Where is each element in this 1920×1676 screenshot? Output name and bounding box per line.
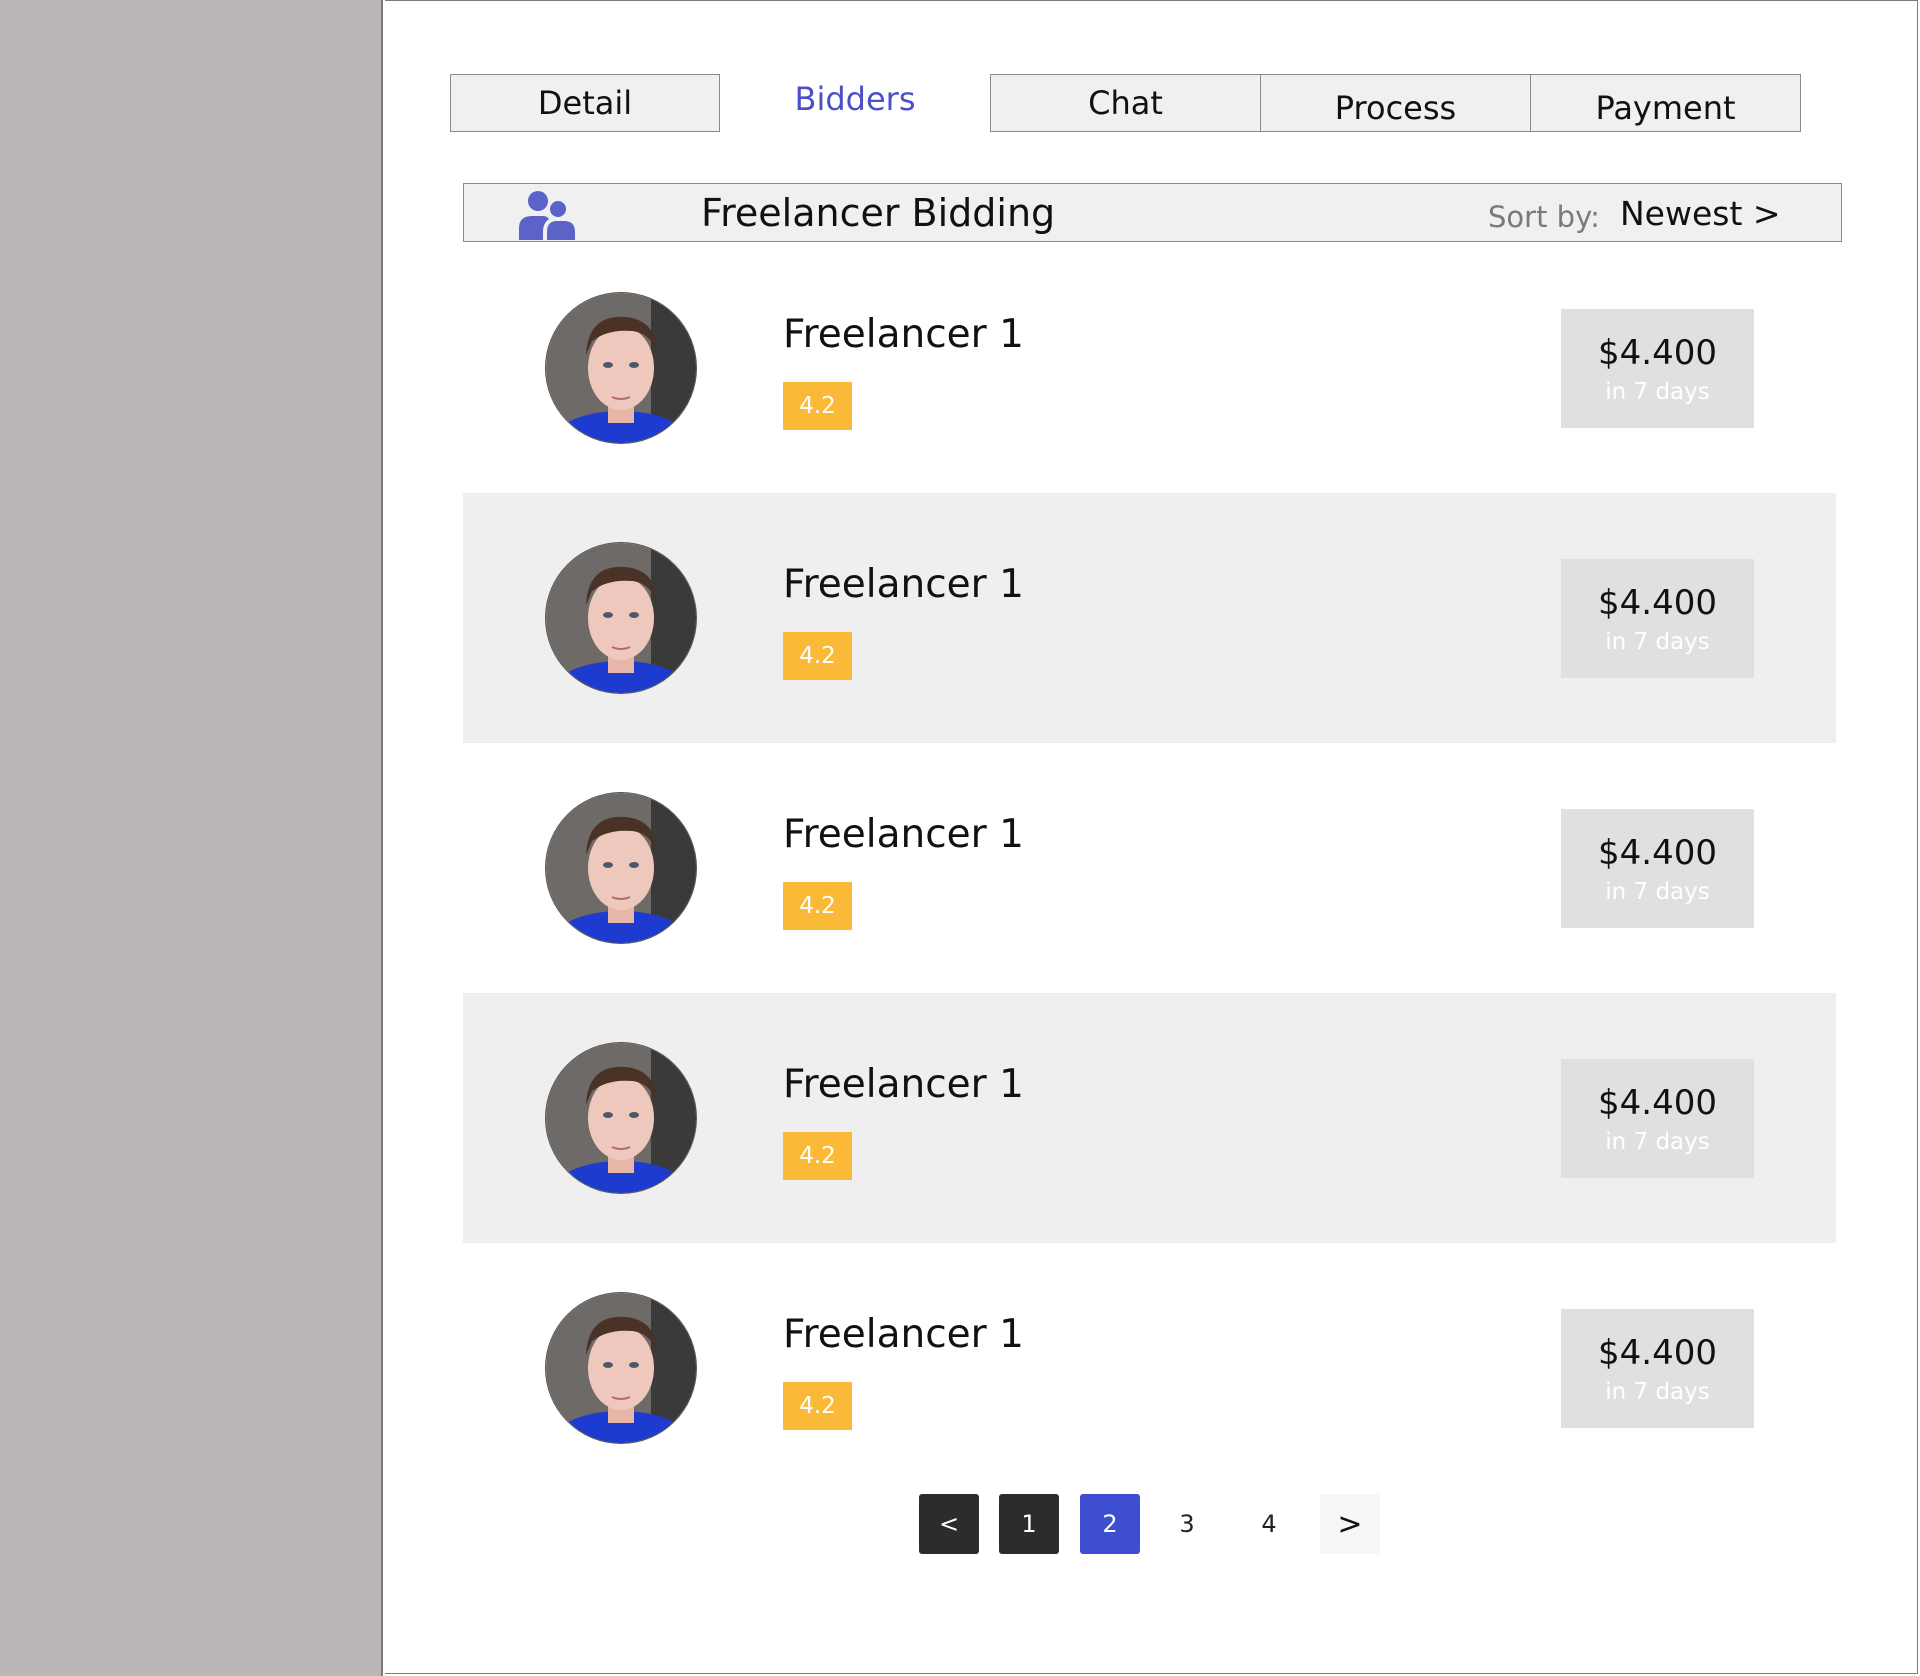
rating-badge: 4.2 bbox=[783, 382, 852, 430]
bidder-row: Freelancer 1 4.2 $4.400 in 7 days bbox=[463, 1243, 1836, 1493]
bidding-header: Freelancer Bidding Sort by: Newest > bbox=[463, 183, 1842, 242]
avatar bbox=[546, 1043, 696, 1193]
bidder-row: Freelancer 1 4.2 $4.400 in 7 days bbox=[463, 743, 1836, 993]
rating-badge: 4.2 bbox=[783, 632, 852, 680]
bidder-row: Freelancer 1 4.2 $4.400 in 7 days bbox=[463, 493, 1836, 743]
sort-dropdown[interactable]: Newest > bbox=[1620, 194, 1781, 233]
bid-amount: $4.400 bbox=[1598, 833, 1717, 873]
rating-badge: 4.2 bbox=[783, 1132, 852, 1180]
sidebar bbox=[0, 0, 383, 1676]
bid-box: $4.400 in 7 days bbox=[1561, 559, 1754, 678]
avatar bbox=[546, 543, 696, 693]
freelancer-name[interactable]: Freelancer 1 bbox=[783, 1312, 1024, 1357]
bid-duration: in 7 days bbox=[1605, 629, 1710, 655]
bid-amount: $4.400 bbox=[1598, 583, 1717, 623]
bid-box: $4.400 in 7 days bbox=[1561, 1059, 1754, 1178]
pagination-page-1[interactable]: 1 bbox=[999, 1494, 1059, 1554]
avatar bbox=[546, 293, 696, 443]
bid-duration: in 7 days bbox=[1605, 1129, 1710, 1155]
bid-amount: $4.400 bbox=[1598, 1333, 1717, 1373]
freelancer-name[interactable]: Freelancer 1 bbox=[783, 312, 1024, 357]
avatar bbox=[546, 793, 696, 943]
rating-badge: 4.2 bbox=[783, 1382, 852, 1430]
bid-box: $4.400 in 7 days bbox=[1561, 309, 1754, 428]
avatar bbox=[546, 1293, 696, 1443]
pagination-page-4[interactable]: 4 bbox=[1239, 1494, 1299, 1554]
rating-badge: 4.2 bbox=[783, 882, 852, 930]
users-icon bbox=[517, 188, 577, 240]
bid-box: $4.400 in 7 days bbox=[1561, 809, 1754, 928]
bid-duration: in 7 days bbox=[1605, 879, 1710, 905]
bid-duration: in 7 days bbox=[1605, 379, 1710, 405]
tab-process[interactable]: Process bbox=[1260, 74, 1531, 132]
pagination-page-2[interactable]: 2 bbox=[1080, 1494, 1140, 1554]
bidder-row: Freelancer 1 4.2 $4.400 in 7 days bbox=[463, 993, 1836, 1243]
tab-chat[interactable]: Chat bbox=[990, 74, 1261, 132]
tab-detail[interactable]: Detail bbox=[450, 74, 720, 132]
pagination-next-button[interactable]: > bbox=[1320, 1494, 1380, 1554]
bid-box: $4.400 in 7 days bbox=[1561, 1309, 1754, 1428]
pagination-prev-button[interactable]: < bbox=[919, 1494, 979, 1554]
bid-duration: in 7 days bbox=[1605, 1379, 1710, 1405]
tab-payment[interactable]: Payment bbox=[1530, 74, 1801, 132]
bid-amount: $4.400 bbox=[1598, 333, 1717, 373]
freelancer-name[interactable]: Freelancer 1 bbox=[783, 812, 1024, 857]
freelancer-name[interactable]: Freelancer 1 bbox=[783, 562, 1024, 607]
sort-label: Sort by: bbox=[1488, 200, 1600, 234]
pagination-page-3[interactable]: 3 bbox=[1157, 1494, 1217, 1554]
bid-amount: $4.400 bbox=[1598, 1083, 1717, 1123]
bidding-title: Freelancer Bidding bbox=[701, 191, 1056, 235]
tab-bidders[interactable]: Bidders bbox=[720, 70, 990, 128]
bidder-row: Freelancer 1 4.2 $4.400 in 7 days bbox=[463, 243, 1836, 493]
freelancer-name[interactable]: Freelancer 1 bbox=[783, 1062, 1024, 1107]
